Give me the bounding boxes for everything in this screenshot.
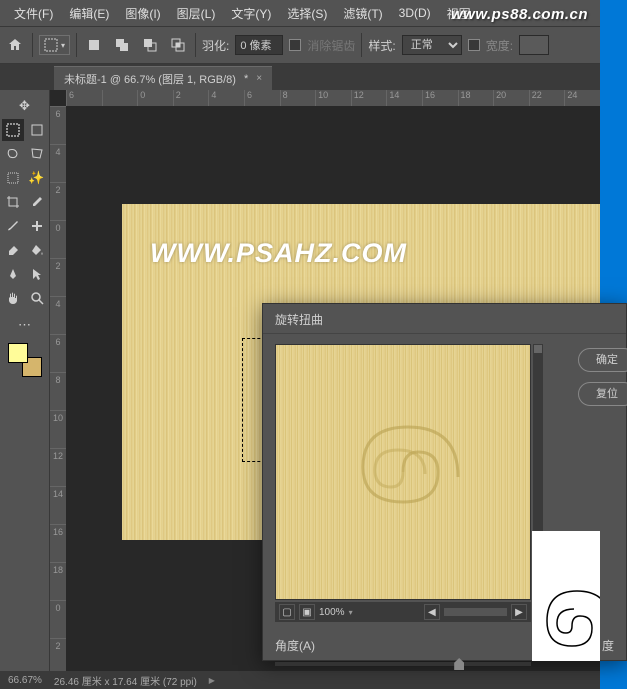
preview-controls: ▢ ▣ 100% ▾ ◀ ▶ bbox=[275, 602, 531, 622]
width-label: 宽度: bbox=[486, 37, 513, 54]
selection-intersect-icon[interactable] bbox=[167, 34, 189, 56]
menu-layer[interactable]: 图层(L) bbox=[169, 2, 224, 25]
preview-zoom-select[interactable]: 100% bbox=[319, 607, 345, 618]
quick-select-tool-icon[interactable] bbox=[2, 167, 24, 189]
color-swatches[interactable] bbox=[8, 343, 42, 377]
angle-slider-thumb[interactable] bbox=[454, 658, 464, 670]
menu-file[interactable]: 文件(F) bbox=[6, 2, 61, 25]
ruler-horizontal[interactable]: 6024681012141618202224 bbox=[66, 90, 600, 106]
ok-button[interactable]: 确定 bbox=[578, 348, 627, 372]
twirl-preview[interactable] bbox=[275, 344, 531, 600]
edit-toolbar-icon[interactable]: ⋯ bbox=[14, 314, 36, 336]
healing-tool-icon[interactable] bbox=[26, 215, 48, 237]
width-checkbox[interactable] bbox=[468, 39, 480, 51]
foreground-color-swatch[interactable] bbox=[8, 343, 28, 363]
feather-input[interactable] bbox=[235, 35, 283, 55]
doc-tab-close-icon[interactable]: × bbox=[256, 73, 262, 84]
menu-filter[interactable]: 滤镜(T) bbox=[335, 2, 390, 25]
eraser-tool-icon[interactable] bbox=[2, 239, 24, 261]
menu-edit[interactable]: 编辑(E) bbox=[61, 2, 117, 25]
dialog-title: 旋转扭曲 bbox=[263, 304, 626, 334]
path-select-tool-icon[interactable] bbox=[26, 263, 48, 285]
selection-subtract-icon[interactable] bbox=[139, 34, 161, 56]
menu-3d[interactable]: 3D(D) bbox=[391, 3, 439, 23]
watermark-top: www.ps88.com.cn bbox=[451, 6, 588, 23]
doc-tab-dirty: * bbox=[244, 73, 248, 85]
style-label: 样式: bbox=[368, 37, 395, 54]
selection-new-icon[interactable] bbox=[83, 34, 105, 56]
pan-left-icon[interactable]: ◀ bbox=[424, 604, 440, 620]
polygon-lasso-tool-icon[interactable] bbox=[26, 143, 48, 165]
preview-scrollbar-h[interactable] bbox=[444, 608, 507, 616]
home-icon[interactable] bbox=[4, 34, 26, 56]
options-bar: ▾ 羽化: 消除锯齿 样式: 正常 宽度: bbox=[0, 26, 600, 64]
marquee-tool-preset[interactable]: ▾ bbox=[39, 35, 70, 55]
hand-tool-icon[interactable] bbox=[2, 287, 24, 309]
antialias-checkbox[interactable] bbox=[289, 39, 301, 51]
magic-wand-tool-icon[interactable]: ✨ bbox=[26, 167, 48, 189]
status-zoom[interactable]: 66.67% bbox=[8, 675, 42, 686]
lasso-tool-icon[interactable] bbox=[2, 143, 24, 165]
status-doc-size[interactable]: 26.46 厘米 x 17.64 厘米 (72 ppi) bbox=[54, 673, 197, 688]
selection-add-icon[interactable] bbox=[111, 34, 133, 56]
zoom-out-icon[interactable]: ▢ bbox=[279, 604, 295, 620]
zoom-in-icon[interactable]: ▣ bbox=[299, 604, 315, 620]
width-input[interactable] bbox=[519, 35, 549, 55]
antialias-label: 消除锯齿 bbox=[307, 37, 355, 54]
watermark-canvas: WWW.PSAHZ.COM bbox=[150, 238, 407, 269]
zoom-tool-icon[interactable] bbox=[26, 287, 48, 309]
crop-tool-icon[interactable] bbox=[2, 191, 24, 213]
menu-type[interactable]: 文字(Y) bbox=[223, 2, 279, 25]
angle-slider[interactable] bbox=[275, 662, 531, 666]
status-arrow-icon[interactable]: ▶ bbox=[209, 676, 215, 685]
feather-label: 羽化: bbox=[202, 37, 229, 54]
spiral-hint-panel bbox=[532, 531, 600, 661]
pan-right-icon[interactable]: ▶ bbox=[511, 604, 527, 620]
ruler-vertical[interactable]: 64202468101214161802 bbox=[50, 106, 66, 671]
angle-label: 角度(A) bbox=[275, 637, 315, 654]
doc-tab[interactable]: 未标题-1 @ 66.7% (图层 1, RGB/8) * × bbox=[54, 66, 272, 90]
artboard-tool-icon[interactable] bbox=[26, 119, 48, 141]
menu-select[interactable]: 选择(S) bbox=[279, 2, 335, 25]
angle-unit: 度 bbox=[602, 637, 614, 654]
eyedropper-tool-icon[interactable] bbox=[26, 191, 48, 213]
doc-tab-title: 未标题-1 @ 66.7% (图层 1, RGB/8) bbox=[64, 71, 236, 87]
pen-tool-icon[interactable] bbox=[2, 263, 24, 285]
toolbox: ✥ ✨ ⋯ bbox=[0, 90, 50, 671]
brush-tool-icon[interactable] bbox=[2, 215, 24, 237]
reset-button[interactable]: 复位 bbox=[578, 382, 627, 406]
bucket-tool-icon[interactable] bbox=[26, 239, 48, 261]
menu-image[interactable]: 图像(I) bbox=[117, 2, 168, 25]
marquee-tool-icon[interactable] bbox=[2, 119, 24, 141]
doc-tab-bar: 未标题-1 @ 66.7% (图层 1, RGB/8) * × bbox=[0, 64, 600, 90]
style-select[interactable]: 正常 bbox=[402, 35, 462, 55]
move-tool-icon[interactable]: ✥ bbox=[14, 95, 36, 117]
